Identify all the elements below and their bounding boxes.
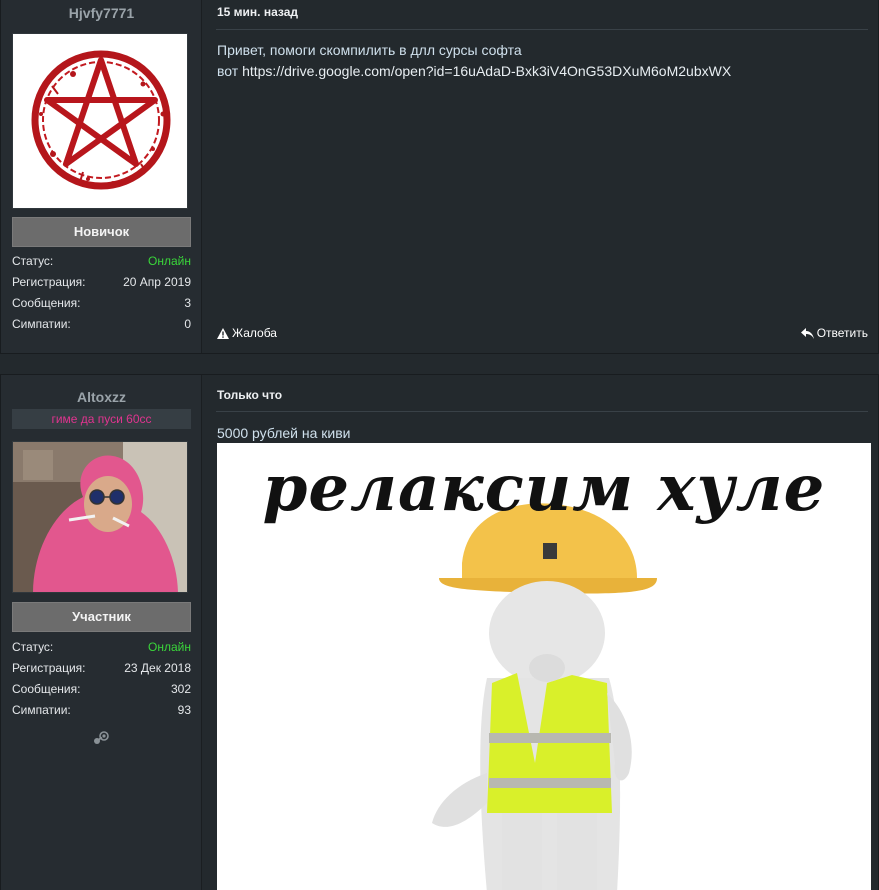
post-author-sidebar: Hjvfy7771 Новичок Статус: Онлайн Регистр… — [1, 0, 202, 353]
post-message: Привет, помоги скомпилить в длл сурсы со… — [217, 40, 731, 82]
rank-badge: Новичок — [12, 217, 191, 247]
stat-row-likes: Симпатии: 93 — [12, 700, 191, 721]
rank-badge: Участник — [12, 602, 191, 632]
message-line: 5000 рублей на киви — [217, 425, 351, 441]
divider — [216, 411, 868, 412]
post-timestamp[interactable]: Только что — [217, 388, 282, 402]
stat-row-messages: Сообщения: 302 — [12, 679, 191, 700]
post: Hjvfy7771 Новичок Статус: Онлайн Регистр… — [0, 0, 879, 354]
post-author-sidebar: Altoxzz гиме да пуси 60сс Участник Стату… — [1, 375, 202, 890]
stat-row-registration: Регистрация: 23 Дек 2018 — [12, 658, 191, 679]
reply-icon — [800, 327, 814, 339]
status-value: Онлайн — [148, 254, 191, 268]
stat-label: Статус: — [12, 254, 54, 268]
meme-caption: релаксим хуле — [262, 451, 826, 526]
username[interactable]: Altoxzz — [1, 389, 202, 405]
report-button[interactable]: Жалоба — [217, 326, 277, 340]
message-line: вот https://drive.google.com/open?id=16u… — [217, 61, 731, 82]
avatar[interactable] — [12, 33, 188, 209]
pink-suit-avatar-image — [13, 442, 187, 592]
warning-icon — [217, 327, 229, 339]
registration-value: 20 Апр 2019 — [123, 275, 191, 289]
stat-row-likes: Симпатии: 0 — [12, 314, 191, 335]
stat-label: Симпатии: — [12, 703, 71, 717]
stat-row-status: Статус: Онлайн — [12, 637, 191, 658]
stat-label: Статус: — [12, 640, 54, 654]
post-content: 15 мин. назад Привет, помоги скомпилить … — [202, 0, 878, 353]
post-timestamp[interactable]: 15 мин. назад — [217, 5, 298, 19]
post: Altoxzz гиме да пуси 60сс Участник Стату… — [0, 374, 879, 890]
likes-value: 93 — [177, 703, 191, 717]
user-stats: Статус: Онлайн Регистрация: 23 Дек 2018 … — [12, 637, 191, 721]
user-stats: Статус: Онлайн Регистрация: 20 Апр 2019 … — [12, 251, 191, 335]
avatar[interactable] — [12, 441, 188, 593]
status-value: Онлайн — [148, 640, 191, 654]
post-content: Только что 5000 рублей на киви релаксим … — [202, 375, 878, 890]
stat-label: Регистрация: — [12, 275, 86, 289]
message-prefix: вот — [217, 63, 243, 79]
likes-value: 0 — [184, 317, 191, 331]
reply-label: Ответить — [816, 326, 868, 340]
user-title: гиме да пуси 60сс — [12, 409, 191, 429]
steam-icon[interactable] — [93, 731, 109, 745]
reply-button[interactable]: Ответить — [800, 326, 868, 340]
username[interactable]: Hjvfy7771 — [1, 5, 202, 21]
stat-row-messages: Сообщения: 3 — [12, 293, 191, 314]
messages-value: 3 — [184, 296, 191, 310]
post-message: 5000 рублей на киви — [217, 423, 351, 444]
stat-row-registration: Регистрация: 20 Апр 2019 — [12, 272, 191, 293]
stat-label: Сообщения: — [12, 682, 81, 696]
message-link[interactable]: https://drive.google.com/open?id=16uAdaD… — [242, 63, 731, 79]
stat-label: Симпатии: — [12, 317, 71, 331]
report-label: Жалоба — [232, 326, 277, 340]
message-line: Привет, помоги скомпилить в длл сурсы со… — [217, 42, 522, 58]
attached-image[interactable]: релаксим хуле — [217, 443, 871, 890]
divider — [216, 29, 868, 30]
stat-label: Регистрация: — [12, 661, 86, 675]
stat-label: Сообщения: — [12, 296, 81, 310]
pentagram-avatar-image — [13, 34, 187, 208]
registration-value: 23 Дек 2018 — [124, 661, 191, 675]
stat-row-status: Статус: Онлайн — [12, 251, 191, 272]
messages-value: 302 — [170, 682, 191, 696]
